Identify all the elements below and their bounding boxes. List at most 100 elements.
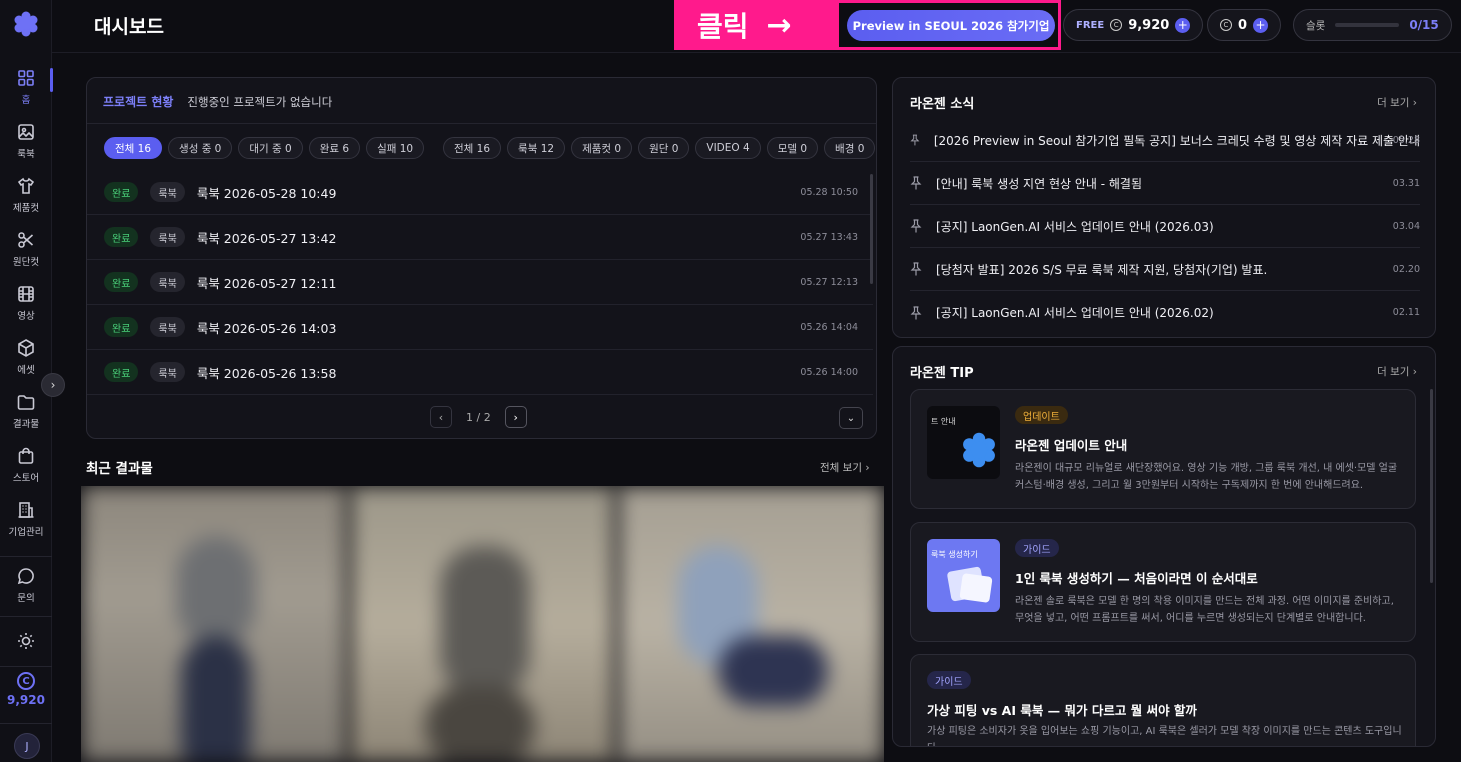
- sidebar-item-video[interactable]: 영상: [0, 278, 52, 328]
- free-credit-pill[interactable]: FREE C 9,920 +: [1063, 9, 1204, 41]
- tip-panel: 라온젠 TIP 더 보기 › 트 안내 업데이트 라온젠 업데이트 안내 라온젠…: [892, 346, 1436, 747]
- paid-credit-pill[interactable]: C 0 +: [1207, 9, 1282, 41]
- avatar[interactable]: J: [14, 733, 40, 759]
- next-page-button[interactable]: ›: [504, 406, 527, 428]
- paid-credit-value: 0: [1238, 17, 1248, 33]
- chip-type-fabric[interactable]: 원단 0: [638, 137, 690, 159]
- view-all-results-link[interactable]: 전체 보기 ›: [820, 460, 870, 475]
- chip-type-model[interactable]: 모델 0: [766, 137, 819, 159]
- sidebar-divider: [0, 556, 52, 557]
- slot-pill[interactable]: 슬롯 0/15: [1293, 9, 1452, 41]
- chevron-down-icon: ⌄: [846, 412, 856, 424]
- film-icon: [18, 286, 34, 302]
- news-list: [2026 Preview in Seoul 참가기업 필독 공지] 보너스 크…: [910, 119, 1420, 334]
- sidebar-item-label: 결과물: [12, 419, 40, 430]
- news-date: 03.04: [1392, 220, 1420, 232]
- news-title: [공지] LaonGen.AI 서비스 업데이트 안내 (2026.03): [936, 219, 1214, 234]
- table-row[interactable]: 완료 룩북 룩북 2026-05-27 12:11 05.27 12:13: [87, 260, 873, 305]
- tip-title: 가상 피팅 vs AI 룩북 — 뭐가 다르고 뭘 써야 할까: [927, 703, 1197, 718]
- sidebar-item-company[interactable]: 기업관리: [0, 494, 52, 544]
- chip-type-lookbook[interactable]: 룩북 12: [507, 137, 566, 159]
- sidebar-expand-button[interactable]: ›: [41, 373, 65, 397]
- chip-status-all[interactable]: 전체 16: [104, 137, 163, 159]
- news-title: [공지] LaonGen.AI 서비스 업데이트 안내 (2026.02): [936, 306, 1214, 320]
- list-item[interactable]: [공지] LaonGen.AI 서비스 업데이트 안내 (2026.02) 02…: [910, 291, 1420, 334]
- sidebar-item-label: 기업관리: [8, 527, 44, 538]
- tip-scrollbar[interactable]: [1430, 389, 1433, 583]
- list-scrollbar[interactable]: [870, 174, 873, 284]
- tip-card[interactable]: 가이드 가상 피팅 vs AI 룩북 — 뭐가 다르고 뭘 써야 할까 가상 피…: [910, 654, 1416, 746]
- page-title: 대시보드: [94, 16, 164, 38]
- result-thumbnail[interactable]: [81, 486, 347, 762]
- table-row[interactable]: 완료 룩북 룩북 2026-05-27 13:42 05.27 13:43: [87, 215, 873, 260]
- credit-icon: C: [17, 672, 35, 690]
- chip-type-product[interactable]: 제품컷 0: [571, 137, 633, 159]
- tip-card[interactable]: 룩북 생성하기 가이드 1인 룩북 생성하기 — 처음이라면 이 순서대로 라온…: [910, 522, 1416, 642]
- result-thumbnail[interactable]: [349, 486, 616, 762]
- pin-icon: [910, 262, 922, 276]
- arrow-right-icon: →: [766, 7, 792, 43]
- list-item[interactable]: [공지] LaonGen.AI 서비스 업데이트 안내 (2026.03) 03…: [910, 205, 1420, 248]
- table-row[interactable]: 완료 룩북 룩북 2026-05-26 14:03 05.26 14:04: [87, 305, 873, 350]
- sidebar-divider: [0, 723, 52, 724]
- sidebar-item-product[interactable]: 제품컷: [0, 170, 52, 220]
- news-title: [당첨자 발표] 2026 S/S 무료 룩북 제작 지원, 당첨자(기업) 발…: [936, 262, 1268, 277]
- list-item[interactable]: [당첨자 발표] 2026 S/S 무료 룩북 제작 지원, 당첨자(기업) 발…: [910, 248, 1420, 291]
- shirt-icon: [17, 177, 35, 194]
- chip-status-generating[interactable]: 생성 중 0: [168, 137, 233, 159]
- prev-page-button[interactable]: ‹: [430, 406, 452, 428]
- theme-toggle[interactable]: [0, 616, 52, 666]
- pagination: ‹ 1 / 2 ›: [430, 406, 527, 428]
- project-panel-title: 프로젝트 현황: [103, 95, 174, 109]
- chip-type-video[interactable]: VIDEO 4: [695, 137, 761, 159]
- grid-icon: [18, 70, 34, 86]
- sidebar-item-home[interactable]: 홈: [0, 62, 53, 112]
- sidebar-item-label: 제품컷: [12, 203, 40, 214]
- type-badge: 룩북: [150, 272, 185, 292]
- table-row[interactable]: 완료 룩북 룩북 2026-05-26 13:58 05.26 14:00: [87, 350, 873, 395]
- sun-icon: [18, 633, 34, 649]
- news-date: 05.28: [1392, 134, 1420, 146]
- collapse-panel-button[interactable]: ⌄: [839, 407, 863, 429]
- pin-icon: [910, 219, 922, 233]
- row-date: 05.26 14:04: [800, 321, 858, 333]
- tip-card[interactable]: 트 안내 업데이트 라온젠 업데이트 안내 라온젠이 대규모 리뉴얼로 새단장했…: [910, 389, 1416, 509]
- result-thumbnail[interactable]: [618, 486, 884, 762]
- chip-status-done[interactable]: 완료 6: [308, 137, 361, 159]
- folder-icon: [17, 395, 35, 410]
- tip-more-link[interactable]: 더 보기 ›: [1377, 364, 1417, 379]
- chip-type-background[interactable]: 배경 0: [824, 137, 876, 159]
- sidebar-item-fabric[interactable]: 원단컷: [0, 224, 52, 274]
- logo-icon: [963, 432, 995, 468]
- promo-highlight: 클릭 → Preview in SEOUL 2026 참가기업: [674, 0, 1061, 50]
- preview-seoul-button[interactable]: Preview in SEOUL 2026 참가기업: [847, 10, 1055, 41]
- free-credit-value: 9,920: [1128, 17, 1170, 33]
- sidebar-item-asset[interactable]: 에셋: [0, 332, 52, 382]
- chip-status-failed[interactable]: 실패 10: [366, 137, 425, 159]
- tip-badge: 가이드: [1015, 539, 1059, 557]
- list-item[interactable]: [안내] 룩북 생성 지연 현상 안내 - 해결됨 03.31: [910, 162, 1420, 205]
- slot-value: 0/15: [1409, 18, 1439, 32]
- list-item[interactable]: [2026 Preview in Seoul 참가기업 필독 공지] 보너스 크…: [910, 119, 1420, 162]
- status-filter-chips: 전체 16 생성 중 0 대기 중 0 완료 6 실패 10: [104, 137, 425, 159]
- table-row[interactable]: 완료 룩북 룩북 2026-05-28 10:49 05.28 10:50: [87, 170, 873, 215]
- add-credit-button[interactable]: +: [1253, 17, 1269, 33]
- tip-panel-title: 라온젠 TIP: [910, 366, 974, 381]
- tip-badge: 가이드: [927, 671, 971, 689]
- row-date: 05.26 14:00: [800, 366, 858, 378]
- pin-icon: [910, 176, 922, 190]
- sidebar-item-label: 문의: [17, 593, 35, 604]
- logo-icon[interactable]: [13, 11, 39, 37]
- pin-icon: [910, 305, 922, 319]
- news-more-link[interactable]: 더 보기 ›: [1377, 95, 1417, 110]
- type-badge: 룩북: [150, 227, 185, 247]
- sidebar-item-store[interactable]: 스토어: [0, 440, 52, 490]
- news-panel-title: 라온젠 소식: [910, 97, 975, 112]
- chip-type-all[interactable]: 전체 16: [443, 137, 502, 159]
- sidebar-credit[interactable]: C 9,920: [0, 672, 52, 707]
- add-credit-button[interactable]: +: [1175, 17, 1191, 33]
- sidebar-item-lookbook[interactable]: 룩북: [0, 116, 52, 166]
- sidebar-item-inquiry[interactable]: 문의: [0, 560, 52, 610]
- chip-status-waiting[interactable]: 대기 중 0: [238, 137, 303, 159]
- status-badge: 완료: [104, 227, 139, 247]
